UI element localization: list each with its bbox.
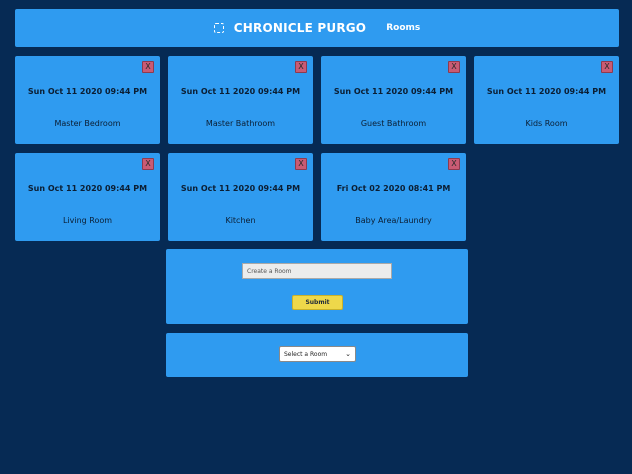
- room-name: Kids Room: [525, 119, 568, 128]
- delete-button[interactable]: X: [448, 158, 460, 170]
- room-card[interactable]: X Sun Oct 11 2020 09:44 PM Kitchen: [168, 153, 313, 241]
- room-date: Sun Oct 11 2020 09:44 PM: [27, 87, 148, 96]
- room-card[interactable]: X Sun Oct 11 2020 09:44 PM Living Room: [15, 153, 160, 241]
- room-card[interactable]: X Sun Oct 11 2020 09:44 PM Guest Bathroo…: [321, 56, 466, 144]
- room-name: Master Bedroom: [54, 119, 121, 128]
- room-card[interactable]: X Sun Oct 11 2020 09:44 PM Kids Room: [474, 56, 619, 144]
- delete-button[interactable]: X: [448, 61, 460, 73]
- room-name: Kitchen: [225, 216, 256, 225]
- room-card[interactable]: X Fri Oct 02 2020 08:41 PM Baby Area/Lau…: [321, 153, 466, 241]
- nav-link-rooms[interactable]: Rooms: [386, 23, 420, 33]
- delete-button[interactable]: X: [295, 61, 307, 73]
- delete-button[interactable]: X: [601, 61, 613, 73]
- room-date: Sun Oct 11 2020 09:44 PM: [27, 184, 148, 193]
- room-name: Guest Bathroom: [360, 119, 427, 128]
- room-select[interactable]: Select a Room ⌄: [279, 346, 356, 362]
- room-date: Sun Oct 11 2020 09:44 PM: [180, 184, 301, 193]
- brand-title[interactable]: CHRONICLE PURGO: [234, 21, 366, 35]
- room-name: Master Bathroom: [205, 119, 276, 128]
- chevron-down-icon: ⌄: [345, 350, 351, 358]
- room-name: Living Room: [62, 216, 113, 225]
- room-name: Baby Area/Laundry: [355, 216, 432, 225]
- delete-button[interactable]: X: [142, 158, 154, 170]
- room-select-value: Select a Room: [284, 350, 328, 358]
- navbar: CHRONICLE PURGO Rooms: [15, 9, 619, 47]
- room-date: Sun Oct 11 2020 09:44 PM: [486, 87, 607, 96]
- select-room-panel: Select a Room ⌄: [166, 333, 468, 377]
- room-card[interactable]: X Sun Oct 11 2020 09:44 PM Master Bathro…: [168, 56, 313, 144]
- delete-button[interactable]: X: [142, 61, 154, 73]
- logo-icon: [213, 23, 224, 33]
- room-card[interactable]: X Sun Oct 11 2020 09:44 PM Master Bedroo…: [15, 56, 160, 144]
- submit-button[interactable]: Submit: [292, 295, 343, 310]
- room-date: Sun Oct 11 2020 09:44 PM: [180, 87, 301, 96]
- create-room-input[interactable]: [242, 263, 392, 279]
- create-room-panel: Submit: [166, 249, 468, 324]
- delete-button[interactable]: X: [295, 158, 307, 170]
- room-date: Fri Oct 02 2020 08:41 PM: [336, 184, 451, 193]
- room-date: Sun Oct 11 2020 09:44 PM: [333, 87, 454, 96]
